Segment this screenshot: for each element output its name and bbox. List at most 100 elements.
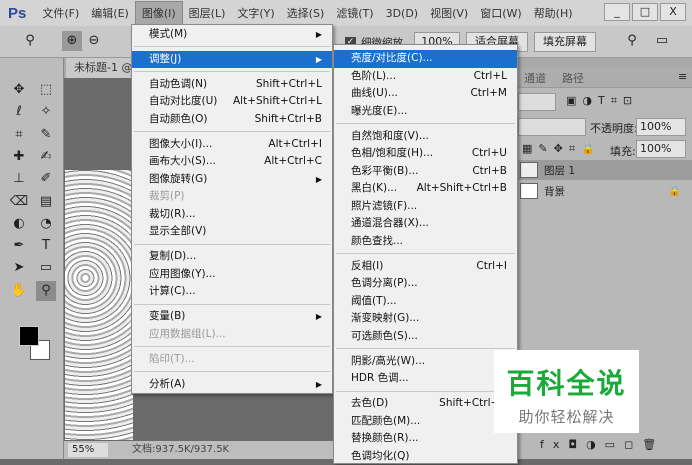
magic-wand-tool-icon[interactable]: ✧	[36, 102, 56, 122]
menu-item[interactable]: 可选颜色(S)...	[334, 328, 517, 346]
menu-item[interactable]: 自动对比度(U)Alt+Shift+Ctrl+L	[132, 93, 332, 111]
tab-channels[interactable]: 通道	[524, 70, 546, 86]
menu-item[interactable]: 应用图像(Y)...	[132, 266, 332, 284]
menu-item[interactable]: 色调分离(P)...	[334, 275, 517, 293]
pen-tool-icon[interactable]: ✒	[9, 236, 29, 256]
shortcut: Ctrl+I	[476, 258, 507, 276]
menu-item[interactable]: 变量(B)▶	[132, 308, 332, 326]
menu-item[interactable]: 分析(A)▶	[132, 376, 332, 394]
menu-10[interactable]: 帮助(H)	[528, 2, 579, 24]
fill-screen-button[interactable]: 填充屏幕	[534, 32, 596, 52]
minimize-button[interactable]: _	[604, 3, 630, 21]
menu-item[interactable]: 通道混合器(X)...	[334, 215, 517, 233]
healing-tool-icon[interactable]: ✚	[9, 147, 29, 167]
menu-item[interactable]: 图像大小(I)...Alt+Ctrl+I	[132, 136, 332, 154]
document-size[interactable]: 文档:937.5K/937.5K	[132, 441, 229, 459]
menu-separator	[132, 343, 332, 351]
menu-item[interactable]: 自然饱和度(V)...	[334, 128, 517, 146]
menu-item[interactable]: 计算(C)...	[132, 283, 332, 301]
menu-item[interactable]: 替换颜色(R)...	[334, 430, 517, 448]
zoom-tool-preset-icon[interactable]: ⚲	[20, 31, 40, 51]
menu-item[interactable]: 自动色调(N)Shift+Ctrl+L	[132, 76, 332, 94]
menu-item[interactable]: 调整(J)▶	[132, 51, 332, 69]
lock-icons[interactable]: ▦✎✥⌗🔒	[522, 142, 601, 156]
menu-5[interactable]: 选择(S)	[281, 2, 331, 24]
tab-paths[interactable]: 路径	[562, 70, 584, 86]
eraser-tool-icon[interactable]: ⌫	[9, 192, 29, 212]
foreground-color-swatch[interactable]	[19, 326, 39, 346]
menu-item[interactable]: HDR 色调...	[334, 370, 517, 388]
workspace-icon[interactable]: ▭	[652, 31, 672, 51]
menu-item[interactable]: 照片滤镜(F)...	[334, 198, 517, 216]
filter-kind-select[interactable]	[518, 93, 556, 111]
shape-tool-icon[interactable]: ▭	[36, 258, 56, 278]
menu-item[interactable]: 曲线(U)...Ctrl+M	[334, 85, 517, 103]
marquee-tool-icon[interactable]: ⬚	[36, 80, 56, 100]
zoom-tool-icon[interactable]: ⚲	[36, 281, 56, 301]
fill-input[interactable]: 100%	[636, 140, 686, 158]
panel-menu-icon[interactable]: ≡	[678, 70, 687, 83]
menu-item[interactable]: 曝光度(E)...	[334, 103, 517, 121]
menu-6[interactable]: 滤镜(T)	[330, 2, 379, 24]
search-icon[interactable]: ⚲	[622, 31, 642, 51]
crop-tool-icon[interactable]: ⌗	[9, 125, 29, 145]
layer-row[interactable]: 背景 🔒	[518, 181, 692, 201]
maximize-button[interactable]: □	[632, 3, 658, 21]
menu-item[interactable]: 阴影/高光(W)...	[334, 353, 517, 371]
menu-item[interactable]: 复制(D)...	[132, 248, 332, 266]
stamp-tool-icon[interactable]: ⊥	[9, 169, 29, 189]
menu-item[interactable]: 画布大小(S)...Alt+Ctrl+C	[132, 153, 332, 171]
menu-9[interactable]: 窗口(W)	[474, 2, 527, 24]
blend-mode-select[interactable]	[518, 118, 586, 136]
menu-1[interactable]: 编辑(E)	[85, 2, 135, 24]
zoom-in-icon[interactable]: ⊕	[62, 31, 82, 51]
zoom-level[interactable]: 55%	[68, 443, 108, 457]
menu-item[interactable]: 色调均化(Q)	[334, 448, 517, 465]
menu-0[interactable]: 文件(F)	[36, 2, 85, 24]
blur-tool-icon[interactable]: ◐	[9, 214, 29, 234]
menu-4[interactable]: 文字(Y)	[231, 2, 280, 24]
menu-item[interactable]: 阈值(T)...	[334, 293, 517, 311]
menu-item[interactable]: 颜色查找...	[334, 233, 517, 251]
hand-tool-icon[interactable]: ✋	[9, 281, 29, 301]
eyedropper-tool-icon[interactable]: ✎	[36, 125, 56, 145]
brush-tool-icon[interactable]: ✍	[36, 147, 56, 167]
document-tab[interactable]: 未标题-1 @	[66, 58, 136, 78]
menu-item[interactable]: 色相/饱和度(H)...Ctrl+U	[334, 145, 517, 163]
menu-item[interactable]: 去色(D)Shift+Ctrl+U	[334, 395, 517, 413]
menu-item[interactable]: 渐变映射(G)...	[334, 310, 517, 328]
history-brush-tool-icon[interactable]: ✐	[36, 169, 56, 189]
menu-item-label: HDR 色调...	[351, 370, 409, 388]
menu-item[interactable]: 图像旋转(G)▶	[132, 171, 332, 189]
menu-item[interactable]: 自动颜色(O)Shift+Ctrl+B	[132, 111, 332, 129]
menu-item[interactable]: 色阶(L)...Ctrl+L	[334, 68, 517, 86]
dodge-tool-icon[interactable]: ◔	[36, 214, 56, 234]
menu-7[interactable]: 3D(D)	[380, 4, 425, 23]
layer-row[interactable]: 图层 1	[518, 160, 692, 180]
type-tool-icon[interactable]: T	[36, 236, 56, 256]
zoom-out-icon[interactable]: ⊖	[84, 31, 104, 51]
submenu-arrow-icon: ▶	[316, 26, 322, 44]
menu-item[interactable]: 匹配颜色(M)...	[334, 413, 517, 431]
lasso-tool-icon[interactable]: ℓ	[9, 102, 29, 122]
menu-item[interactable]: 裁切(R)...	[132, 206, 332, 224]
path-select-tool-icon[interactable]: ➤	[9, 258, 29, 278]
menu-3[interactable]: 图层(L)	[183, 2, 232, 24]
menu-2[interactable]: 图像(I)	[135, 1, 183, 25]
move-tool-icon[interactable]: ✥	[9, 80, 29, 100]
menu-8[interactable]: 视图(V)	[424, 2, 474, 24]
menu-item[interactable]: 色彩平衡(B)...Ctrl+B	[334, 163, 517, 181]
menu-item[interactable]: 显示全部(V)	[132, 223, 332, 241]
window-controls: _ □ X	[604, 3, 686, 21]
opacity-input[interactable]: 100%	[636, 118, 686, 136]
canvas-image[interactable]	[65, 170, 133, 440]
filter-icons[interactable]: ▣◑T⌗⊡	[566, 94, 638, 108]
menu-item[interactable]: 模式(M)▶	[132, 26, 332, 44]
menu-item[interactable]: 反相(I)Ctrl+I	[334, 258, 517, 276]
close-button[interactable]: X	[660, 3, 686, 21]
gradient-tool-icon[interactable]: ▤	[36, 192, 56, 212]
menu-item[interactable]: 黑白(K)...Alt+Shift+Ctrl+B	[334, 180, 517, 198]
menu-item[interactable]: 亮度/对比度(C)...	[334, 50, 517, 68]
layer-actions-icons[interactable]: fx◘◑▭◻🗑	[540, 438, 665, 451]
menu-item-label: 显示全部(V)	[149, 223, 206, 241]
